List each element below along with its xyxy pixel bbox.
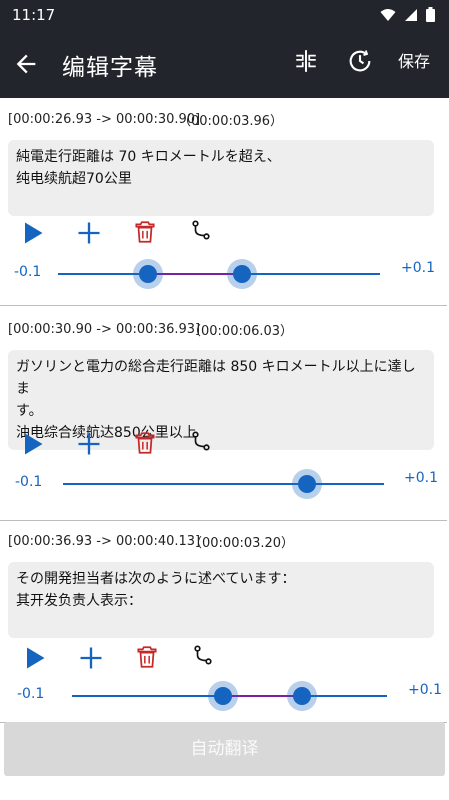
back-arrow-icon[interactable]: [12, 50, 40, 78]
add-icon: [80, 647, 102, 669]
play-icon: [27, 647, 45, 669]
signal-icon: [405, 8, 417, 21]
subtitle-line: その開発担当者は次のように述べています：: [16, 571, 296, 587]
branch-button[interactable]: [190, 219, 218, 247]
branch-icon: [192, 431, 210, 451]
split-icon[interactable]: [293, 48, 319, 74]
branch-icon: [194, 645, 212, 665]
slider-max-label: +0.1: [401, 260, 435, 276]
slider-max-label: +0.1: [408, 682, 442, 698]
slider-end-thumb[interactable]: [292, 687, 311, 705]
delete-button[interactable]: [132, 430, 160, 458]
time-range: [00:00:26.93 -> 00:00:30.90]: [8, 112, 201, 127]
status-bar: 11:17: [0, 0, 449, 30]
subtitle-line: ガソリンと電力の総合走行距離は 850 キロメートル以上に達しま: [16, 359, 416, 397]
subtitle-line: 其开发负责人表示：: [16, 593, 142, 609]
delete-icon: [137, 646, 157, 668]
app-bar: 编辑字幕 保存: [0, 30, 449, 98]
play-button[interactable]: [18, 219, 46, 247]
add-button[interactable]: [75, 219, 103, 247]
auto-translate-button[interactable]: 自动翻译: [4, 722, 445, 776]
branch-button[interactable]: [192, 644, 220, 672]
subtitle-text-field[interactable]: ガソリンと電力の総合走行距離は 850 キロメートル以上に達しま す。 油电综合续航…: [8, 350, 434, 450]
play-icon: [25, 433, 43, 455]
delete-button[interactable]: [132, 219, 160, 247]
slider-start-thumb[interactable]: [297, 475, 316, 493]
subtitle-text-field[interactable]: その開発担当者は次のように述べています： 其开发负责人表示：: [8, 562, 434, 638]
battery-icon: [426, 7, 435, 22]
slider-max-label: +0.1: [404, 470, 438, 486]
offset-slider-track[interactable]: [63, 483, 384, 485]
add-icon: [78, 433, 100, 455]
subtitle-text-field[interactable]: 純電走行距離は 70 キロメートルを超え、 纯电续航超70公里: [8, 140, 434, 216]
play-button[interactable]: [18, 430, 46, 458]
add-button[interactable]: [75, 430, 103, 458]
save-button[interactable]: 保存: [398, 48, 430, 72]
duration: （00:00:06.03）: [188, 324, 294, 339]
status-icons: [380, 7, 435, 22]
clock-adjust-icon[interactable]: [346, 47, 374, 75]
duration: （00:00:03.20）: [189, 536, 295, 551]
page-title: 编辑字幕: [62, 55, 158, 81]
duration: （00:00:03.96）: [178, 114, 284, 129]
delete-icon: [135, 221, 155, 243]
segment-card: [00:00:30.90 -> 00:00:36.93] （00:00:06.03…: [0, 310, 447, 521]
status-time: 11:17: [12, 6, 56, 24]
time-range: [00:00:30.90 -> 00:00:36.93]: [8, 322, 201, 337]
slider-min-label: -0.1: [14, 264, 42, 280]
segment-card: [00:00:36.93 -> 00:00:40.13] （00:00:03.20…: [0, 522, 447, 723]
subtitle-line: す。: [16, 403, 43, 419]
subtitle-line: 純電走行距離は 70 キロメートルを超え、: [16, 149, 281, 165]
navigation-bar: [0, 780, 449, 800]
slider-min-label: -0.1: [17, 686, 45, 702]
delete-icon: [135, 432, 155, 454]
branch-icon: [192, 220, 210, 240]
add-icon: [78, 222, 100, 244]
segment-card: [00:00:26.93 -> 00:00:30.90] （00:00:03.96…: [0, 100, 447, 306]
delete-button[interactable]: [134, 644, 162, 672]
add-button[interactable]: [77, 644, 105, 672]
slider-min-label: -0.1: [15, 474, 43, 490]
subtitle-line: 纯电续航超70公里: [16, 171, 132, 187]
branch-button[interactable]: [190, 430, 218, 458]
play-icon: [25, 222, 43, 244]
wifi-icon: [380, 8, 396, 21]
slider-end-thumb[interactable]: [232, 265, 251, 283]
play-button[interactable]: [20, 644, 48, 672]
time-range: [00:00:36.93 -> 00:00:40.13]: [8, 534, 201, 549]
